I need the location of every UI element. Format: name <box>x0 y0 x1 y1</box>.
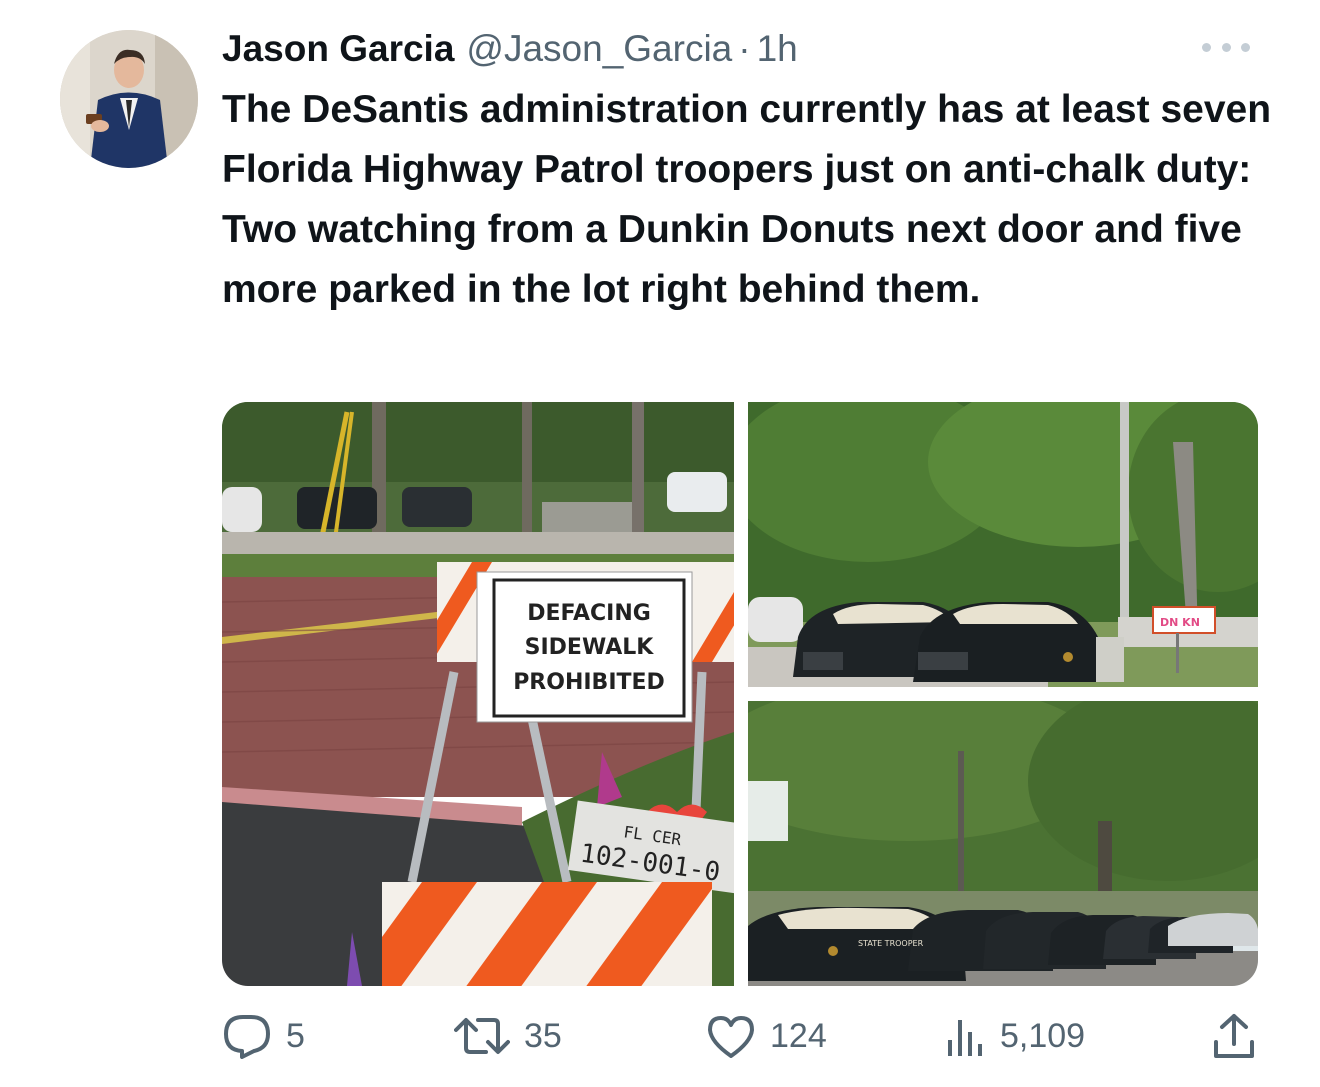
share-button[interactable] <box>1212 1010 1256 1062</box>
separator-dot: · <box>738 28 751 69</box>
author-handle[interactable]: @Jason_Garcia <box>466 28 732 70</box>
reply-button[interactable]: 5 <box>222 1010 305 1062</box>
tweet-action-bar: 5 35 124 5,109 <box>222 1010 1262 1062</box>
dunkin-sign: DN KN <box>1160 616 1200 629</box>
heart-icon <box>708 1016 754 1058</box>
media-grid: DEFACING SIDEWALK PROHIBITED FL CER 102-… <box>222 402 1258 986</box>
reply-count: 5 <box>286 1016 305 1055</box>
like-count: 124 <box>770 1016 827 1055</box>
retweet-icon <box>454 1018 510 1054</box>
sign-line-1: DEFACING <box>527 601 651 626</box>
car-marking: STATE TROOPER <box>858 939 924 948</box>
author-name[interactable]: Jason Garcia <box>222 28 454 70</box>
tweet-header: Jason Garcia @Jason_Garcia · 1h <box>222 24 798 74</box>
views-count: 5,109 <box>1000 1016 1086 1055</box>
views-button[interactable]: 5,109 <box>946 1010 1085 1062</box>
photo-trooper-cars-dunkin[interactable]: DN KN <box>748 402 1258 687</box>
sign-line-3: PROHIBITED <box>513 670 665 695</box>
tweet-text: The DeSantis administration currently ha… <box>222 88 1272 311</box>
tweet-timestamp[interactable]: 1h <box>757 28 798 70</box>
views-icon <box>948 1020 982 1056</box>
photo-trooper-cars-lot[interactable]: STATE TROOPER <box>748 701 1258 986</box>
retweet-button[interactable]: 35 <box>454 1010 562 1062</box>
retweet-count: 35 <box>524 1016 562 1055</box>
like-button[interactable]: 124 <box>706 1010 827 1062</box>
author-avatar[interactable] <box>60 30 198 168</box>
more-options-icon[interactable] <box>1202 34 1250 60</box>
share-icon <box>1214 1014 1254 1058</box>
photo-barricade-sign[interactable]: DEFACING SIDEWALK PROHIBITED FL CER 102-… <box>222 402 734 986</box>
reply-icon <box>224 1015 270 1059</box>
sign-line-2: SIDEWALK <box>525 635 655 660</box>
